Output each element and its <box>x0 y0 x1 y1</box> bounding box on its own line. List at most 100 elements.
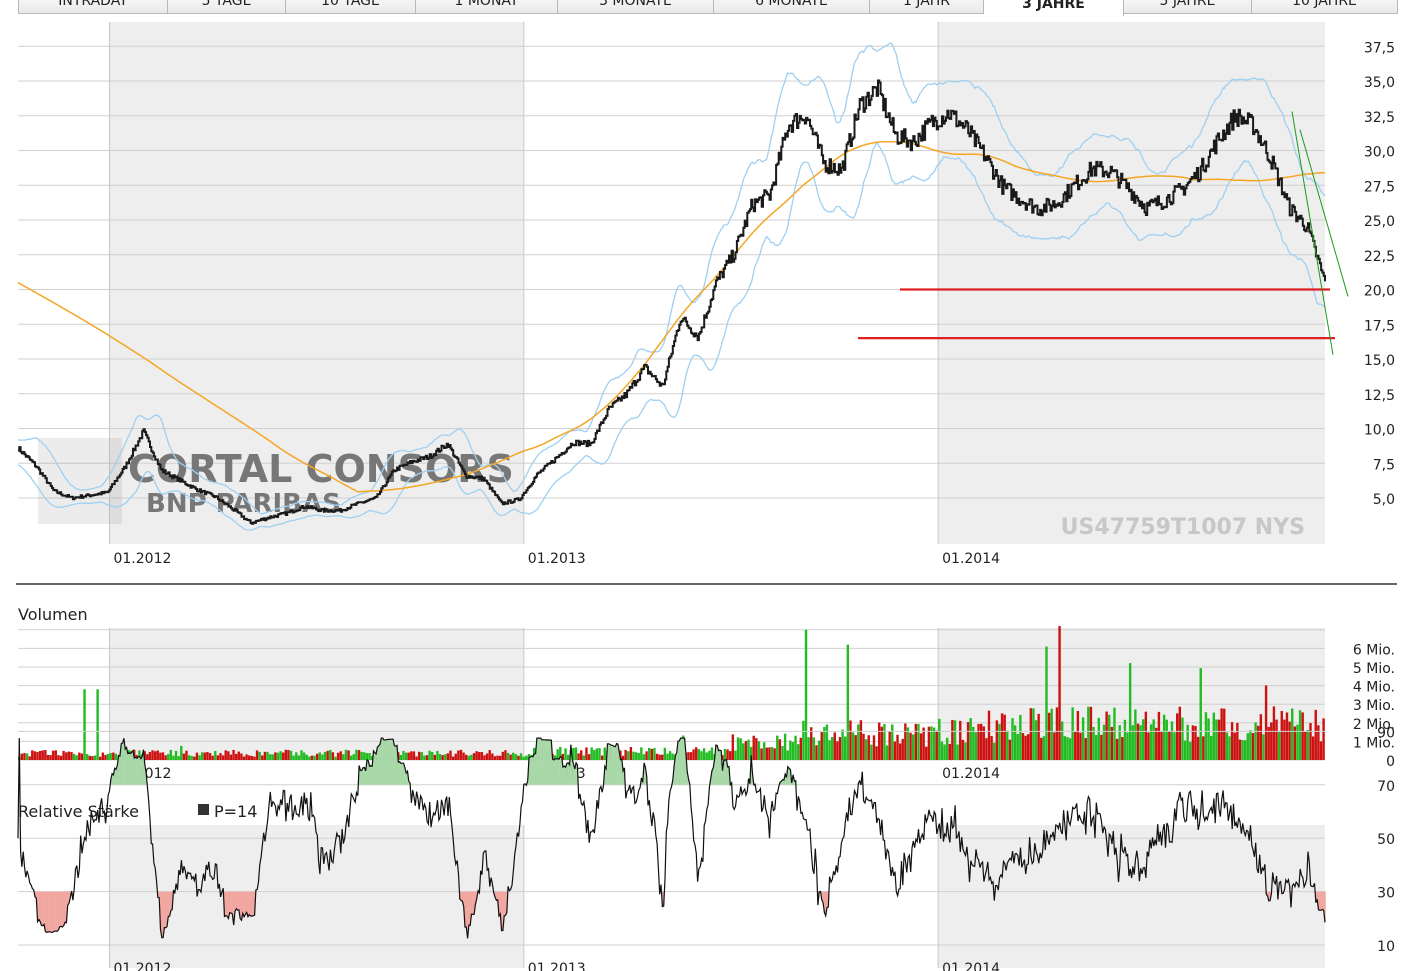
volume-bar <box>979 723 983 760</box>
shade-band <box>938 22 1325 544</box>
volume-bar <box>1076 710 1080 760</box>
volume-bar <box>187 755 191 760</box>
volume-bar <box>462 752 465 760</box>
volume-bar <box>146 754 149 760</box>
volume-bar <box>1149 724 1153 760</box>
volume-bar <box>702 748 706 760</box>
volume-bar <box>838 736 842 760</box>
volume-bar <box>961 739 965 760</box>
volume-bar <box>339 751 342 760</box>
volume-bar <box>91 756 94 760</box>
volume-bar <box>1217 719 1221 760</box>
volume-bar <box>945 737 949 760</box>
volume-bar <box>457 750 460 760</box>
volume-bar <box>634 752 638 760</box>
volume-bar <box>932 727 936 760</box>
rsi-legend: P=14 <box>214 802 257 821</box>
volume-bar <box>451 756 455 760</box>
volume-bar <box>1285 712 1289 760</box>
volume-bar <box>1029 708 1033 760</box>
volume-bar <box>1165 719 1168 760</box>
volume-bar <box>825 724 829 760</box>
volume-bar <box>723 749 727 760</box>
rsi-legend-swatch <box>198 804 209 815</box>
volume-bar <box>640 747 643 760</box>
volume-bar <box>509 754 512 760</box>
volume-bar <box>308 756 311 760</box>
volume-bar <box>38 750 42 760</box>
volume-bar <box>208 753 212 760</box>
price-y-tick: 20,0 <box>1364 284 1395 300</box>
volume-bar <box>1157 711 1161 760</box>
volume-bar <box>1040 737 1043 760</box>
volume-bar <box>407 752 410 760</box>
volume-bar <box>161 752 165 760</box>
volume-bar <box>1008 739 1012 760</box>
volume-bar <box>347 750 350 760</box>
volume-bar <box>909 732 912 760</box>
volume-bar <box>284 749 288 760</box>
volume-bar <box>417 751 421 760</box>
volume-bar <box>496 755 499 760</box>
volume-bar <box>1228 736 1231 760</box>
volume-bar <box>59 755 63 760</box>
volume-bar <box>211 755 214 760</box>
price-y-tick: 17,5 <box>1364 318 1395 334</box>
volume-bar <box>974 732 978 760</box>
volume-bar <box>1027 734 1030 760</box>
volume-bar <box>1087 706 1090 760</box>
volume-bar <box>1084 738 1087 760</box>
volume-bar <box>198 755 201 760</box>
volume-bar <box>870 744 873 760</box>
volume-bar <box>985 738 988 760</box>
volume-bar <box>287 749 290 760</box>
volume-bar <box>200 752 204 760</box>
volume-bar <box>1063 736 1066 760</box>
volume-bar <box>268 754 272 760</box>
rsi-y-tick: 70 <box>1377 779 1395 795</box>
volume-bar <box>770 747 774 760</box>
volume-y-tick: 3 Mio. <box>1353 698 1395 714</box>
watermark-sub: BNP PARIBAS <box>146 489 341 519</box>
volume-bar <box>522 756 525 760</box>
volume-bar <box>195 752 199 760</box>
volume-bar <box>629 747 633 760</box>
volume-bar <box>739 738 742 760</box>
volume-bar <box>883 724 886 760</box>
volume-bar <box>1045 646 1048 760</box>
price-y-tick: 15,0 <box>1364 353 1395 369</box>
volume-bar <box>1011 718 1014 760</box>
volume-bar <box>671 753 674 760</box>
volume-bar <box>1016 733 1019 760</box>
volume-bar <box>245 754 248 760</box>
volume-bar <box>776 735 779 760</box>
volume-bar <box>755 738 758 760</box>
volume-bar <box>697 749 701 760</box>
volume-bar <box>514 754 518 760</box>
volume-bar <box>1249 730 1252 760</box>
volume-bar <box>791 742 795 760</box>
volume-bar <box>566 754 570 760</box>
volume-bar <box>1136 723 1140 760</box>
volume-bar <box>326 750 329 760</box>
volume-bar <box>1277 732 1281 760</box>
volume-bar <box>689 752 693 760</box>
volume-bar <box>624 750 627 760</box>
volume-bar <box>1189 741 1192 760</box>
volume-bar <box>582 755 586 760</box>
volume-bar <box>781 745 784 760</box>
volume-x-label: 01.2014 <box>942 766 1000 782</box>
volume-bar <box>1181 717 1184 760</box>
volume-bar <box>799 737 802 760</box>
volume-y-tick: 5 Mio. <box>1353 661 1395 677</box>
volume-bar <box>1291 708 1294 760</box>
volume-bar <box>956 744 959 760</box>
volume-bar <box>193 756 196 760</box>
volume-bar <box>786 750 789 760</box>
volume-bar <box>948 743 951 760</box>
rsi-title: Relative Stärke <box>18 802 139 821</box>
volume-bar <box>815 745 818 760</box>
volume-bar <box>1183 740 1187 760</box>
volume-bar <box>849 720 852 760</box>
volume-bar <box>1309 723 1312 760</box>
